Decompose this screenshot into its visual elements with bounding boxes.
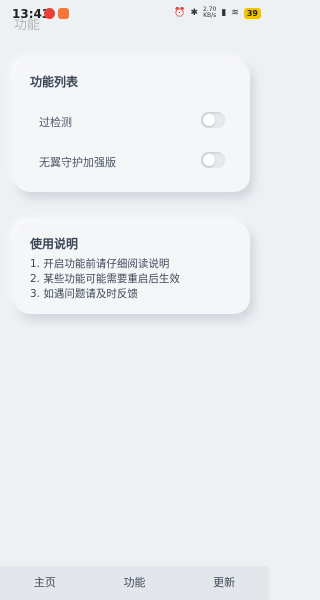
toggle-knob	[203, 114, 215, 126]
help-item: 1. 开启功能前请仔细阅读说明	[30, 258, 170, 270]
notification-icon	[58, 8, 69, 19]
features-card: 功能列表 过检测 无翼守护加强版	[14, 60, 250, 192]
battery-badge: 39	[243, 7, 261, 19]
speed-unit: KB/s	[203, 12, 217, 19]
toggle-knob	[203, 154, 215, 166]
feature-row-guard-enhanced: 无翼守护加强版	[39, 152, 225, 172]
ghost-title: 功能	[14, 18, 41, 33]
weibo-icon	[44, 8, 55, 19]
status-bar: 13:43 功能 ⏰ ✱ 2.70 KB/s ▮ ≋ 39	[0, 0, 269, 33]
help-item: 2. 某些功能可能需要重启后生效	[30, 273, 180, 285]
feature-label: 无翼守护加强版	[39, 156, 116, 169]
help-item: 3. 如遇问题请及时反馈	[30, 288, 138, 300]
bottom-navigation: 主页 功能 更新	[0, 566, 269, 600]
vibrate-icon: ✱	[190, 7, 198, 18]
network-speed: 2.70 KB/s	[203, 7, 216, 19]
tab-features[interactable]: 功能	[90, 566, 180, 600]
wifi-icon: ≋	[231, 7, 239, 18]
signal-icon: ▮	[221, 7, 227, 18]
guard-enhanced-toggle[interactable]	[201, 152, 225, 168]
feature-row-detection-bypass: 过检测	[39, 112, 225, 132]
detection-bypass-toggle[interactable]	[201, 112, 225, 128]
help-card: 使用说明 1. 开启功能前请仔细阅读说明 2. 某些功能可能需要重启后生效 3.…	[14, 222, 250, 314]
alarm-icon: ⏰	[174, 7, 186, 18]
status-right: ⏰ ✱ 2.70 KB/s ▮ ≋ 39	[174, 6, 261, 20]
tab-home[interactable]: 主页	[0, 566, 90, 600]
help-title: 使用说明	[30, 237, 79, 251]
features-title: 功能列表	[30, 75, 79, 89]
tab-update[interactable]: 更新	[179, 566, 269, 600]
feature-label: 过检测	[39, 116, 72, 129]
